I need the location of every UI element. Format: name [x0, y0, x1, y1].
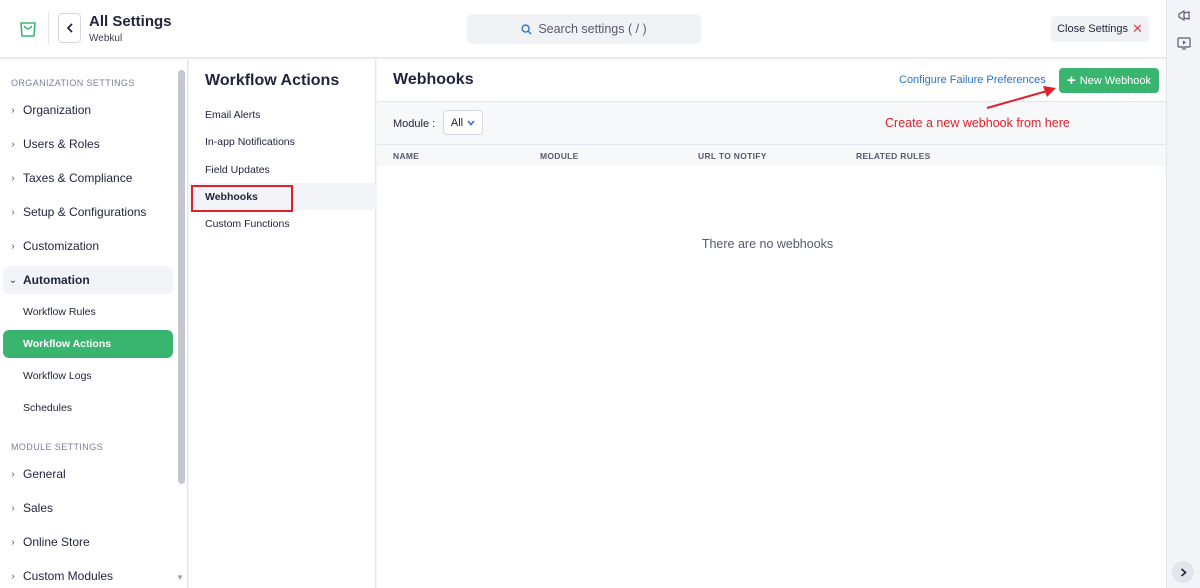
column-header-related-rules: RELATED RULES [856, 151, 931, 161]
table-header: NAME MODULE URL TO NOTIFY RELATED RULES [377, 144, 1166, 166]
shopping-bag-logo-icon [12, 12, 44, 44]
chevron-right-icon: › [11, 502, 15, 514]
chevron-right-icon: › [11, 240, 15, 252]
empty-state-message: There are no webhooks [701, 237, 834, 251]
search-placeholder: Search settings ( / ) [538, 22, 647, 36]
search-settings-input[interactable]: Search settings ( / ) [467, 14, 701, 44]
page-title: All Settings [89, 13, 172, 30]
sidebar-item-setup-configurations[interactable]: › Setup & Configurations [3, 198, 173, 226]
settings-sidebar: ORGANIZATION SETTINGS › Organization › U… [0, 60, 188, 588]
sidebar-item-label: Automation [23, 273, 90, 287]
panel-title: Workflow Actions [205, 72, 340, 89]
main-title: Webhooks [393, 71, 474, 88]
sidebar-item-label: Online Store [23, 535, 90, 549]
chevron-right-icon: › [11, 172, 15, 184]
sidebar-item-sales[interactable]: › Sales [3, 494, 173, 522]
sidebar-item-custom-modules[interactable]: › Custom Modules [3, 562, 173, 588]
scroll-down-arrow-icon[interactable]: ▼ [176, 573, 184, 582]
close-settings-label: Close Settings [1057, 23, 1129, 35]
search-icon [521, 23, 532, 35]
chevron-right-icon: › [11, 104, 15, 116]
sidebar-subitem-schedules[interactable]: Schedules [3, 394, 173, 422]
sidebar-subitem-workflow-actions[interactable]: Workflow Actions [3, 330, 173, 358]
sidebar-item-taxes-compliance[interactable]: › Taxes & Compliance [3, 164, 173, 192]
action-item-custom-functions[interactable]: Custom Functions [189, 210, 376, 237]
section-heading-module: MODULE SETTINGS [11, 442, 104, 452]
close-icon: ✕ [1132, 21, 1143, 36]
module-filter-value: All [450, 116, 464, 129]
sidebar-subitem-workflow-rules[interactable]: Workflow Rules [3, 298, 173, 326]
announcement-icon[interactable] [1176, 8, 1192, 24]
action-item-email-alerts[interactable]: Email Alerts [189, 101, 376, 128]
video-tutorial-icon[interactable] [1176, 35, 1192, 51]
sidebar-item-automation[interactable]: ⌄ Automation [3, 266, 173, 294]
sidebar-scrollbar[interactable] [178, 70, 185, 484]
column-header-url: URL TO NOTIFY [698, 151, 767, 161]
sidebar-item-label: Customization [23, 239, 100, 253]
sidebar-item-label: Sales [23, 501, 54, 515]
chevron-down-icon [467, 119, 475, 126]
action-item-field-updates[interactable]: Field Updates [189, 156, 376, 183]
chevron-right-icon: › [11, 138, 15, 150]
webhooks-main: Webhooks Configure Failure Preferences +… [377, 60, 1166, 588]
new-webhook-label: New Webhook [1079, 74, 1152, 87]
sidebar-item-label: Taxes & Compliance [23, 171, 133, 185]
chevron-right-icon: › [11, 570, 15, 582]
sidebar-item-users-roles[interactable]: › Users & Roles [3, 130, 173, 158]
back-button[interactable] [58, 13, 81, 43]
module-filter-select[interactable]: All [443, 110, 483, 135]
annotation-arrow-icon [986, 86, 1056, 109]
expand-panel-button[interactable] [1172, 561, 1194, 583]
sidebar-item-general[interactable]: › General [3, 460, 173, 488]
plus-icon: + [1066, 72, 1076, 89]
sidebar-item-customization[interactable]: › Customization [3, 232, 173, 260]
close-settings-button[interactable]: Close Settings ✕ [1051, 16, 1149, 42]
settings-header: All Settings Webkul Search settings ( / … [0, 0, 1166, 58]
sidebar-item-organization[interactable]: › Organization [3, 96, 173, 124]
new-webhook-button[interactable]: + New Webhook [1059, 68, 1159, 93]
sidebar-item-label: General [23, 467, 66, 481]
action-item-in-app-notifications[interactable]: In-app Notifications [189, 128, 376, 155]
header-divider [48, 12, 49, 44]
sidebar-item-label: Organization [23, 103, 92, 117]
organization-name: Webkul [89, 33, 123, 44]
section-heading-organization: ORGANIZATION SETTINGS [11, 78, 135, 88]
chevron-right-icon: › [11, 536, 15, 548]
annotation-highlight-box [191, 185, 293, 212]
sidebar-subitem-workflow-logs[interactable]: Workflow Logs [3, 362, 173, 390]
chevron-right-icon [1180, 567, 1187, 577]
column-header-name: NAME [393, 151, 420, 161]
sidebar-item-label: Custom Modules [23, 569, 114, 583]
chevron-left-icon [66, 23, 73, 33]
sidebar-item-label: Users & Roles [23, 137, 100, 151]
sidebar-item-label: Setup & Configurations [23, 205, 147, 219]
column-header-module: MODULE [540, 151, 579, 161]
chevron-down-icon: ⌄ [8, 274, 18, 286]
annotation-text: Create a new webhook from here [885, 116, 1070, 130]
right-rail [1166, 0, 1200, 588]
chevron-right-icon: › [11, 206, 15, 218]
module-filter-label: Module : [393, 118, 436, 130]
sidebar-item-online-store[interactable]: › Online Store [3, 528, 173, 556]
workflow-actions-panel: Workflow Actions Email Alerts In-app Not… [189, 60, 376, 588]
chevron-right-icon: › [11, 468, 15, 480]
